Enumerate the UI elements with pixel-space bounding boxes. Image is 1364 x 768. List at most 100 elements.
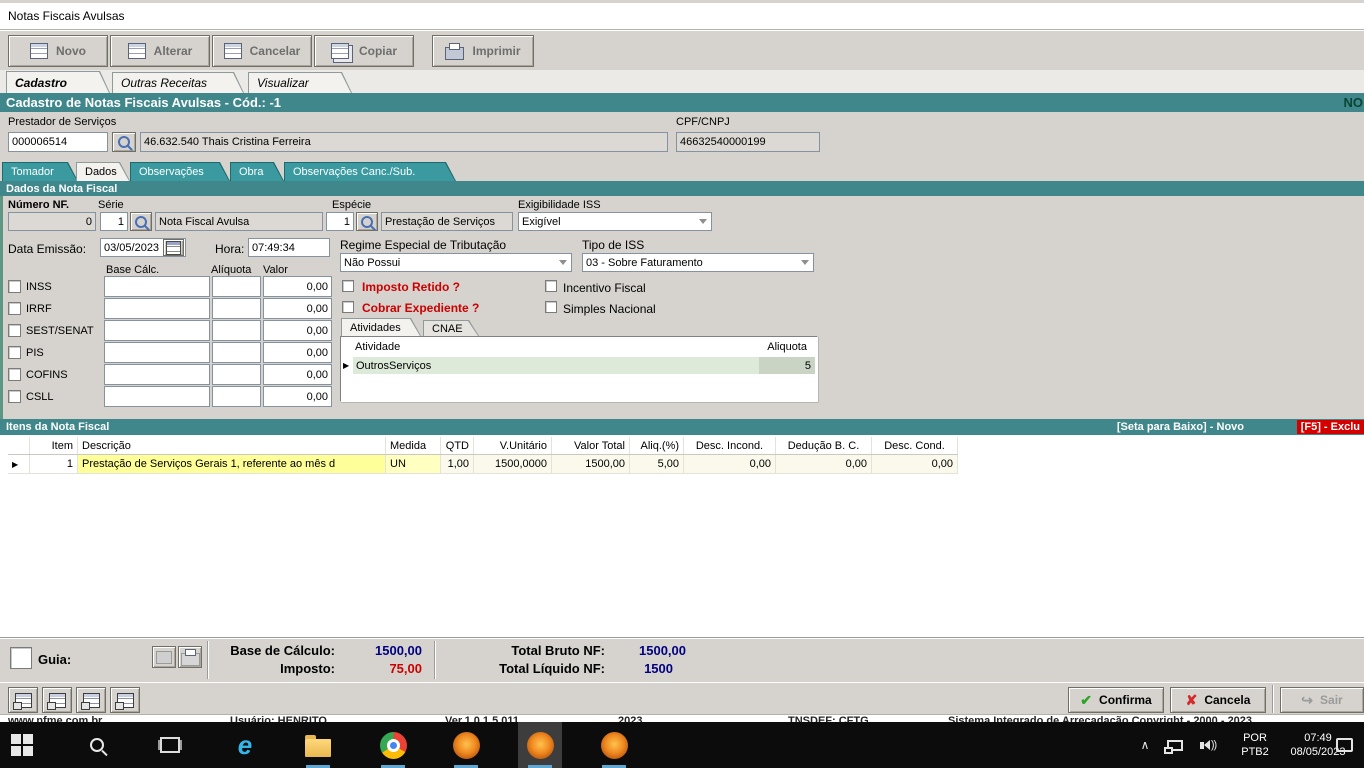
sest-senat-checkbox[interactable] <box>8 324 21 337</box>
file-explorer-button[interactable] <box>296 722 340 768</box>
guia-print-button[interactable] <box>178 646 202 668</box>
item-number-cell: 1 <box>30 455 78 473</box>
csll-base-input[interactable] <box>104 386 210 407</box>
prestador-name-field: 46.632.540 Thais Cristina Ferreira <box>140 132 668 152</box>
gutter-header-cell <box>8 437 30 454</box>
irrf-base-input[interactable] <box>104 298 210 319</box>
regime-select[interactable]: Não Possui <box>340 253 572 272</box>
inss-valor-input[interactable]: 0,00 <box>263 276 332 297</box>
network-button[interactable] <box>1160 722 1190 768</box>
taskbar-search-icon <box>90 738 104 752</box>
tray-chevron-button[interactable]: ∧ <box>1130 722 1160 768</box>
record-nav-first-button[interactable] <box>8 687 38 713</box>
base-calc-header: Base Cálc. <box>106 264 159 276</box>
csll-checkbox[interactable] <box>8 390 21 403</box>
guia-image-button[interactable] <box>152 646 176 668</box>
cofins-checkbox[interactable] <box>8 368 21 381</box>
numero-nf-input[interactable]: 0 <box>8 212 96 231</box>
record-nav-next-icon <box>83 693 100 708</box>
cancelar-button[interactable]: Cancelar <box>212 35 312 67</box>
printer-icon <box>445 47 464 60</box>
cofins-aliquota-input[interactable] <box>212 364 261 385</box>
imprimir-button[interactable]: Imprimir <box>432 35 534 67</box>
tab-tomador[interactable]: Tomador <box>2 162 78 181</box>
irrf-label: IRRF <box>26 303 52 315</box>
confirma-button[interactable]: ✔ Confirma <box>1068 687 1164 713</box>
notification-center-button[interactable] <box>1324 722 1364 768</box>
record-nav-next-button[interactable] <box>76 687 106 713</box>
calendar-button[interactable] <box>163 239 184 256</box>
aliquota-column-header: Aliquota <box>767 341 807 353</box>
tab-obra-label: Obra <box>239 166 263 178</box>
pis-aliquota-input[interactable] <box>212 342 261 363</box>
tab-obra[interactable]: Obra <box>230 162 284 181</box>
task-view-button[interactable] <box>148 722 192 768</box>
simples-nacional-checkbox[interactable] <box>545 301 557 313</box>
chrome-button[interactable] <box>371 722 415 768</box>
inss-checkbox[interactable] <box>8 280 21 293</box>
cofins-valor-input[interactable]: 0,00 <box>263 364 332 385</box>
pis-checkbox[interactable] <box>8 346 21 359</box>
pis-valor-input[interactable]: 0,00 <box>263 342 332 363</box>
col-desc-cond: Desc. Cond. <box>872 437 958 454</box>
hora-input[interactable]: 07:49:34 <box>248 238 330 257</box>
prestador-code-input[interactable]: 000006514 <box>8 132 108 152</box>
cancela-button-label: Cancela <box>1204 693 1250 707</box>
tab-visualizar[interactable]: Visualizar <box>248 72 352 93</box>
sest-senat-base-input[interactable] <box>104 320 210 341</box>
tab-outras-receitas[interactable]: Outras Receitas <box>112 72 244 93</box>
language-indicator[interactable]: POR PTB2 <box>1232 726 1278 764</box>
irrf-aliquota-input[interactable] <box>212 298 261 319</box>
especie-search-button[interactable] <box>356 212 378 231</box>
alterar-button[interactable]: Alterar <box>110 35 210 67</box>
cofins-label: COFINS <box>26 369 68 381</box>
prestador-search-button[interactable] <box>112 132 136 152</box>
copiar-button[interactable]: Copiar <box>314 35 414 67</box>
tab-cnae[interactable]: CNAE <box>423 320 479 336</box>
record-nav-last-button[interactable] <box>110 687 140 713</box>
app-button-3[interactable] <box>592 722 636 768</box>
irrf-valor-input[interactable]: 0,00 <box>263 298 332 319</box>
app-button-1[interactable] <box>444 722 488 768</box>
serie-input[interactable]: 1 <box>100 212 128 231</box>
imposto-retido-checkbox[interactable] <box>342 280 354 292</box>
tab-observacoes[interactable]: Observações <box>130 162 230 181</box>
status-copyright: Sistema Integrado de Arrecadação Copyrig… <box>948 715 1252 722</box>
irrf-checkbox[interactable] <box>8 302 21 315</box>
pis-base-input[interactable] <box>104 342 210 363</box>
tipo-iss-select[interactable]: 03 - Sobre Faturamento <box>582 253 814 272</box>
cofins-base-input[interactable] <box>104 364 210 385</box>
record-nav-prev-button[interactable] <box>42 687 72 713</box>
inss-aliquota-input[interactable] <box>212 276 261 297</box>
csll-valor-input[interactable]: 0,00 <box>263 386 332 407</box>
start-button[interactable] <box>0 722 44 768</box>
col-v-unitario: V.Unitário <box>474 437 552 454</box>
tab-dados[interactable]: Dados <box>76 162 130 181</box>
serie-search-button[interactable] <box>130 212 152 231</box>
inss-base-input[interactable] <box>104 276 210 297</box>
tab-cadastro[interactable]: Cadastro <box>6 71 110 93</box>
volume-button[interactable]: )) <box>1192 722 1224 768</box>
cobrar-expediente-checkbox[interactable] <box>342 301 354 313</box>
item-medida-cell: UN <box>386 455 441 473</box>
tab-observacoes-canc-sub[interactable]: Observações Canc./Sub. <box>284 162 456 181</box>
csll-aliquota-input[interactable] <box>212 386 261 407</box>
internet-explorer-button[interactable]: e <box>223 722 267 768</box>
serie-label: Série <box>98 199 124 211</box>
sair-button[interactable]: ↪ Sair <box>1280 687 1364 713</box>
cancela-button[interactable]: ✘ Cancela <box>1170 687 1266 713</box>
sest-senat-aliquota-input[interactable] <box>212 320 261 341</box>
notification-icon <box>1336 738 1353 752</box>
tab-atividades[interactable]: Atividades <box>341 318 421 336</box>
app-button-2-active[interactable] <box>518 722 562 768</box>
especie-input[interactable]: 1 <box>326 212 354 231</box>
novo-button[interactable]: Novo <box>8 35 108 67</box>
exigibilidade-select[interactable]: Exigível <box>518 212 712 231</box>
item-row[interactable]: ▶ 1 Prestação de Serviços Gerais 1, refe… <box>8 455 958 474</box>
guia-checkbox[interactable] <box>10 647 32 669</box>
incentivo-fiscal-checkbox[interactable] <box>545 280 557 292</box>
sest-senat-valor-input[interactable]: 0,00 <box>263 320 332 341</box>
network-icon <box>1167 740 1183 751</box>
atividade-row[interactable]: ▶ OutrosServiços 5 <box>343 357 815 374</box>
taskbar-search-button[interactable] <box>75 722 119 768</box>
